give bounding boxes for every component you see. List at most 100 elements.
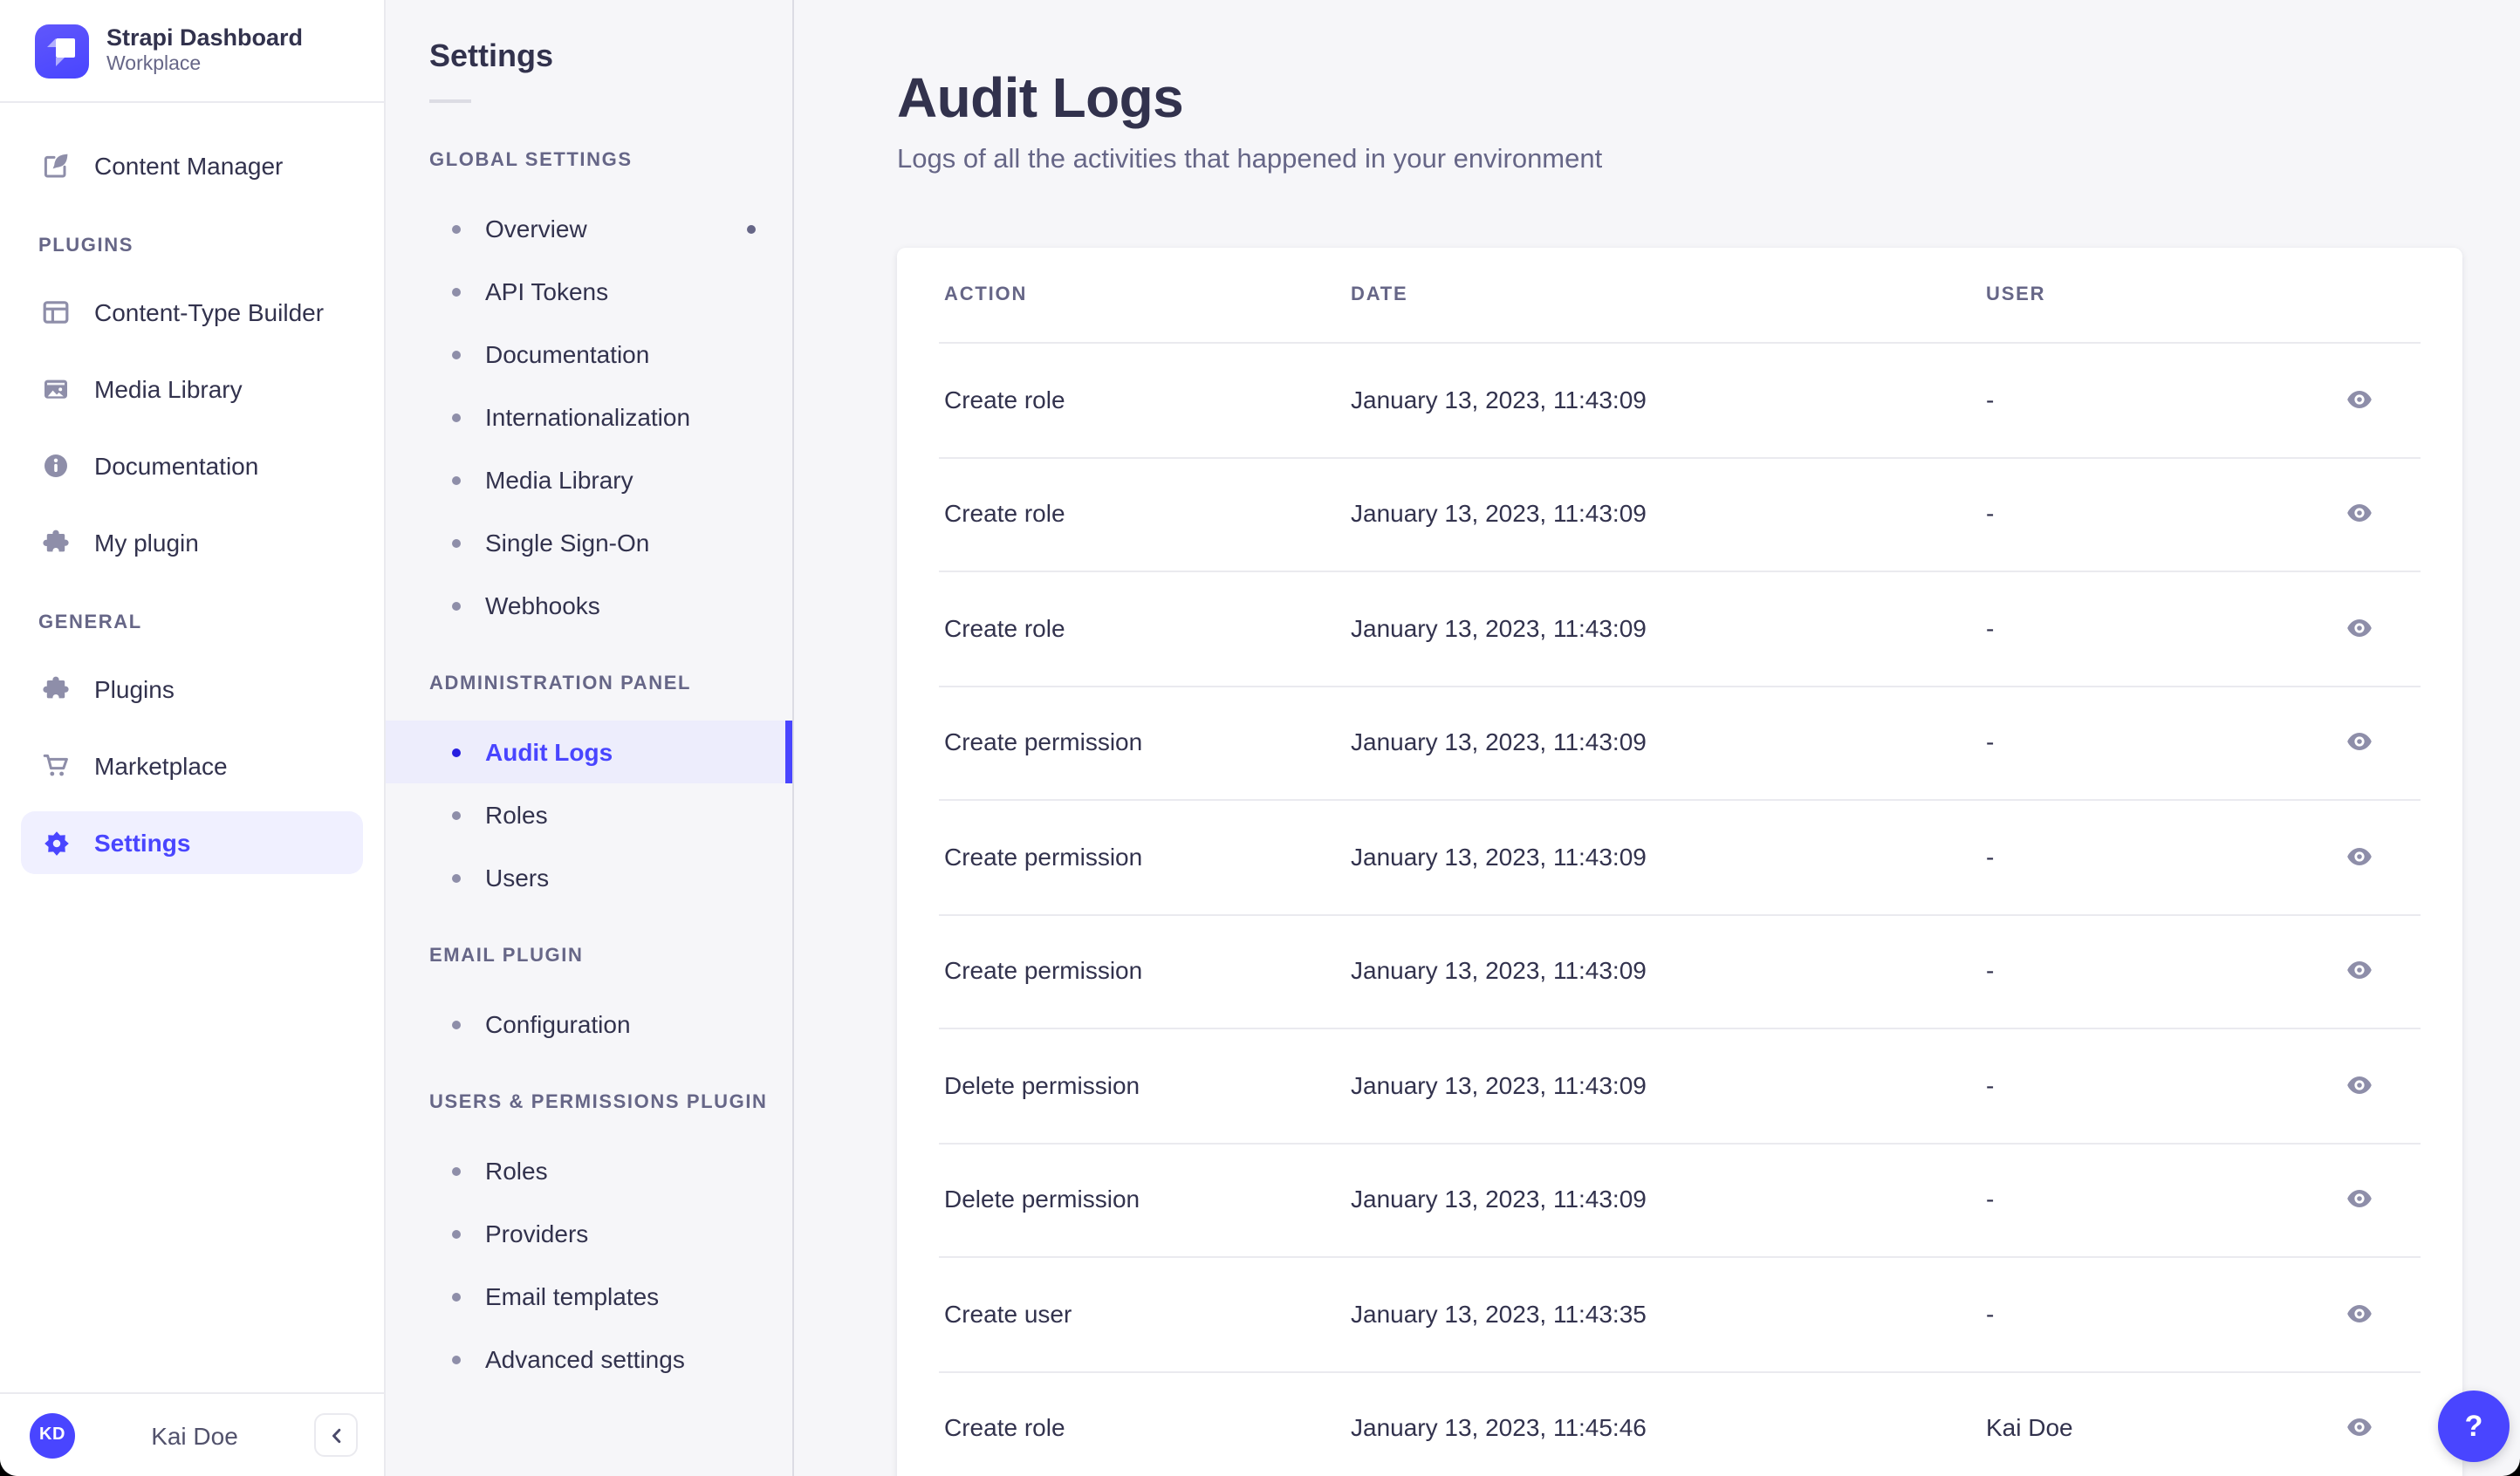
sidebar-item-label: Plugins: [94, 675, 175, 703]
view-log-button[interactable]: [2339, 1293, 2380, 1335]
view-log-button[interactable]: [2339, 493, 2380, 535]
cell-date: January 13, 2023, 11:43:09: [1304, 500, 1939, 528]
settings-item-label: Roles: [485, 1157, 548, 1185]
table-row[interactable]: Create role January 13, 2023, 11:43:09 -: [897, 571, 2462, 685]
settings-item-admin-users[interactable]: Users: [386, 846, 792, 909]
settings-item-up-roles[interactable]: Roles: [386, 1139, 792, 1202]
eye-icon: [2345, 614, 2373, 642]
settings-item-advanced-settings[interactable]: Advanced settings: [386, 1328, 792, 1391]
table-header-row: ACTION DATE USER: [897, 248, 2462, 342]
settings-item-label: Media Library: [485, 466, 633, 494]
bullet-dot-icon: [452, 413, 461, 421]
column-header-action: ACTION: [897, 284, 1304, 305]
settings-item-admin-roles[interactable]: Roles: [386, 783, 792, 846]
sidebar-item-plugins[interactable]: Plugins: [21, 658, 363, 721]
settings-item-webhooks[interactable]: Webhooks: [386, 574, 792, 637]
avatar[interactable]: KD: [30, 1412, 75, 1458]
cell-action: Delete permission: [897, 1071, 1304, 1099]
settings-item-label: API Tokens: [485, 277, 608, 305]
cell-user: -: [1939, 500, 2291, 528]
strapi-app-window: Strapi Dashboard Workplace Content Manag…: [0, 0, 2520, 1476]
view-log-button[interactable]: [2339, 836, 2380, 878]
help-icon: ?: [2465, 1409, 2483, 1444]
settings-item-audit-logs[interactable]: Audit Logs: [386, 721, 792, 783]
main-sidebar: Strapi Dashboard Workplace Content Manag…: [0, 0, 386, 1476]
settings-item-api-tokens[interactable]: API Tokens: [386, 260, 792, 323]
column-header-user: USER: [1939, 284, 2291, 305]
cell-user: -: [1939, 1186, 2291, 1213]
settings-item-providers[interactable]: Providers: [386, 1202, 792, 1265]
sidebar-item-label: Content Manager: [94, 152, 283, 180]
table-row[interactable]: Create permission January 13, 2023, 11:4…: [897, 799, 2462, 913]
eye-icon: [2345, 843, 2373, 871]
settings-item-label: Webhooks: [485, 591, 600, 619]
table-row[interactable]: Create user January 13, 2023, 11:43:35 -: [897, 1256, 2462, 1370]
eye-icon: [2345, 1071, 2373, 1099]
view-log-button[interactable]: [2339, 607, 2380, 649]
cell-action: Create permission: [897, 843, 1304, 871]
sidebar-item-settings[interactable]: Settings: [21, 811, 363, 874]
bullet-dot-icon: [452, 748, 461, 756]
bullet-dot-icon: [452, 224, 461, 233]
main-content: Audit Logs Logs of all the activities th…: [794, 0, 2520, 1476]
settings-sidebar: Settings GLOBAL SETTINGS Overview API To…: [386, 0, 794, 1476]
table-row[interactable]: Create permission January 13, 2023, 11:4…: [897, 685, 2462, 799]
settings-item-configuration[interactable]: Configuration: [386, 993, 792, 1056]
cell-user: -: [1939, 1071, 2291, 1099]
cell-action: Create role: [897, 500, 1304, 528]
view-log-button[interactable]: [2339, 950, 2380, 992]
cell-action: Create user: [897, 1300, 1304, 1328]
bullet-dot-icon: [452, 1355, 461, 1363]
column-header-date: DATE: [1304, 284, 1939, 305]
view-log-button[interactable]: [2339, 1407, 2380, 1449]
cell-action: Create role: [897, 1414, 1304, 1442]
notification-dot-icon: [747, 224, 756, 233]
cell-date: January 13, 2023, 11:43:09: [1304, 386, 1939, 413]
cell-date: January 13, 2023, 11:43:09: [1304, 728, 1939, 756]
view-log-button[interactable]: [2339, 721, 2380, 763]
workspace-subtitle: Workplace: [106, 53, 303, 78]
sidebar-item-documentation[interactable]: Documentation: [21, 434, 363, 497]
settings-item-documentation[interactable]: Documentation: [386, 323, 792, 386]
main-nav: Content Manager PLUGINS Content-Type Bui…: [0, 103, 384, 1392]
section-users-permissions-plugin: USERS & PERMISSIONS PLUGIN: [386, 1092, 792, 1115]
settings-item-media-library[interactable]: Media Library: [386, 448, 792, 511]
content-manager-icon: [38, 152, 73, 180]
settings-item-label: Documentation: [485, 340, 649, 368]
section-administration-panel: ADMINISTRATION PANEL: [386, 673, 792, 696]
view-log-button[interactable]: [2339, 379, 2380, 420]
table-row[interactable]: Create permission January 13, 2023, 11:4…: [897, 913, 2462, 1028]
settings-item-single-sign-on[interactable]: Single Sign-On: [386, 511, 792, 574]
bullet-dot-icon: [452, 538, 461, 547]
help-button[interactable]: ?: [2438, 1391, 2510, 1462]
marketplace-icon: [38, 752, 73, 780]
table-row[interactable]: Delete permission January 13, 2023, 11:4…: [897, 1028, 2462, 1142]
table-row[interactable]: Delete permission January 13, 2023, 11:4…: [897, 1142, 2462, 1256]
settings-item-email-templates[interactable]: Email templates: [386, 1265, 792, 1328]
view-log-button[interactable]: [2339, 1064, 2380, 1106]
cell-user: -: [1939, 728, 2291, 756]
view-log-button[interactable]: [2339, 1179, 2380, 1220]
sidebar-item-label: Content-Type Builder: [94, 298, 324, 326]
workspace-brand[interactable]: Strapi Dashboard Workplace: [0, 0, 384, 103]
table-row[interactable]: Create role January 13, 2023, 11:43:09 -: [897, 342, 2462, 456]
settings-item-internationalization[interactable]: Internationalization: [386, 386, 792, 448]
sidebar-item-my-plugin[interactable]: My plugin: [21, 511, 363, 574]
collapse-sidebar-button[interactable]: [314, 1413, 358, 1457]
cell-date: January 13, 2023, 11:43:09: [1304, 957, 1939, 985]
table-row[interactable]: Create role January 13, 2023, 11:43:09 -: [897, 456, 2462, 571]
sidebar-section-plugins: PLUGINS: [21, 236, 363, 256]
strapi-logo-icon: [35, 24, 89, 78]
settings-item-overview[interactable]: Overview: [386, 197, 792, 260]
sidebar-footer: KD Kai Doe: [0, 1392, 384, 1476]
sidebar-item-content-type-builder[interactable]: Content-Type Builder: [21, 281, 363, 344]
sidebar-item-content-manager[interactable]: Content Manager: [21, 134, 363, 197]
cell-action: Create role: [897, 614, 1304, 642]
sidebar-item-media-library[interactable]: Media Library: [21, 358, 363, 420]
settings-item-label: Users: [485, 864, 549, 892]
sidebar-item-label: Documentation: [94, 452, 258, 480]
table-row[interactable]: Create role January 13, 2023, 11:45:46 K…: [897, 1370, 2462, 1476]
cell-user: -: [1939, 957, 2291, 985]
sidebar-item-marketplace[interactable]: Marketplace: [21, 735, 363, 797]
page-subtitle: Logs of all the activities that happened…: [897, 143, 2462, 178]
